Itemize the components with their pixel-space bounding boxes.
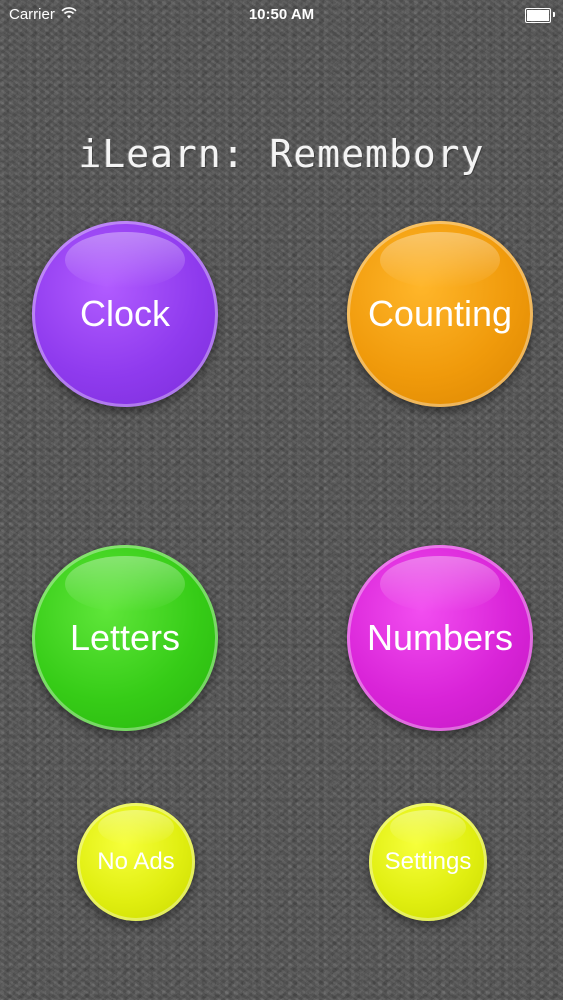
battery-icon xyxy=(525,8,555,23)
letters-button[interactable]: Letters xyxy=(32,545,218,731)
no-ads-button-label: No Ads xyxy=(97,848,175,875)
status-time: 10:50 AM xyxy=(248,6,315,23)
clock-button-label: Clock xyxy=(79,293,171,334)
clock-button[interactable]: Clock xyxy=(32,221,218,407)
numbers-button[interactable]: Numbers xyxy=(347,545,533,731)
counting-button[interactable]: Counting xyxy=(347,221,533,407)
status-bar: Carrier 10:50 AM xyxy=(0,0,563,30)
settings-button[interactable]: Settings xyxy=(369,803,487,921)
settings-button-label: Settings xyxy=(384,848,472,875)
no-ads-button[interactable]: No Ads xyxy=(77,803,195,921)
numbers-button-label: Numbers xyxy=(366,617,514,658)
battery-cap xyxy=(553,12,555,17)
app-title: iLearn: Remembory xyxy=(78,132,485,176)
battery-fill xyxy=(527,10,549,21)
letters-button-label: Letters xyxy=(69,617,181,658)
counting-button-label: Counting xyxy=(367,293,513,334)
